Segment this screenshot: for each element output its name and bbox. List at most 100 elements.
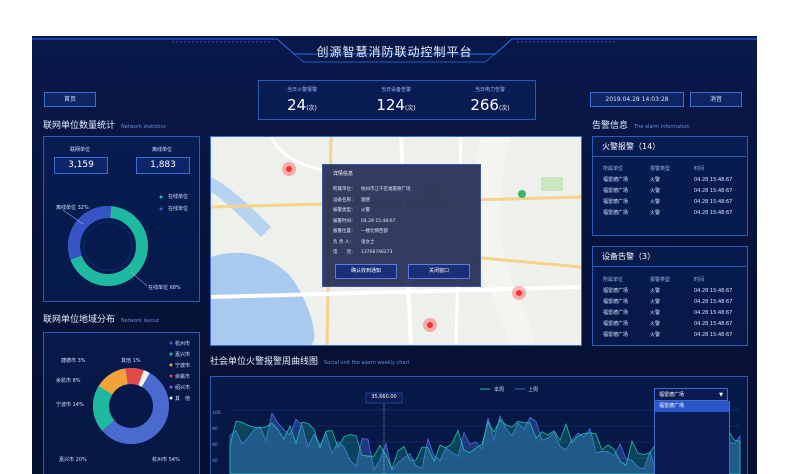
popup-value: 火警 bbox=[361, 208, 370, 213]
stats-legend-1: 在线单位 bbox=[168, 206, 189, 212]
popup-value: 烟感 bbox=[361, 197, 370, 203]
close-popup-button[interactable]: 关闭窗口 bbox=[408, 264, 470, 279]
dist-legend-4: 绍兴市 bbox=[175, 385, 191, 391]
kpi-device-unit: (次) bbox=[404, 105, 416, 112]
datetime-display: 2019.04.28 14:03:28 bbox=[590, 92, 684, 107]
stats-subtitle: Network statistics bbox=[121, 124, 166, 130]
dist-label-3: 嘉兴市 20% bbox=[59, 457, 87, 463]
table-row[interactable]: 福雷德广场 火警 04.28 15:48:67 bbox=[603, 309, 732, 320]
chart-tooltip: 35,660.00 bbox=[371, 394, 397, 400]
dist-legend-5: 其 他 bbox=[175, 396, 191, 402]
alarm-subtitle: The alarm information bbox=[634, 124, 690, 130]
unit-select-value: 福雷德广场 bbox=[659, 392, 685, 398]
popup-key: 电 话： bbox=[333, 250, 356, 255]
offline-value: 1,883 bbox=[136, 157, 190, 174]
dist-legend-0: 杭州市 bbox=[175, 341, 191, 347]
online-label: 联网单位 bbox=[69, 147, 90, 153]
popup-rows: 所属单位： 杭州市江干区福雷德广场 设备名称： 烟感 报警类型： 火警 报警时间： 04… bbox=[333, 185, 411, 259]
page-title: 创源智慧消防联动控制平台 bbox=[316, 45, 473, 59]
online-pct-label: 在线单位 68% bbox=[148, 285, 181, 291]
weekly-subtitle: Social unit fire alarm weekly chart bbox=[324, 360, 410, 366]
stats-section-title: 联网单位数量统计 Network statistics bbox=[43, 118, 166, 131]
kpi-power-value: 266 bbox=[470, 96, 499, 114]
stats-donut-chart bbox=[62, 195, 163, 287]
kpi-fire-label: 当日火警报警 bbox=[286, 87, 317, 93]
dist-label-0: 捷德市 3% bbox=[61, 358, 86, 364]
weekly-section-title: 社会单位火警报警周曲线图 Social unit fire alarm weekl… bbox=[210, 354, 409, 367]
col-time: 时间 bbox=[694, 166, 705, 172]
weekly-legend-0: 本周 bbox=[494, 387, 505, 393]
map-view[interactable]: 详情信息 所属单位： 杭州市江干区福雷德广场 设备名称： 烟感 报警类型： 火警 报警… bbox=[210, 136, 582, 346]
popup-value: 杭州市江干区福雷德广场 bbox=[361, 187, 411, 192]
table-row[interactable]: 福雷德广场 火警 04.28 15:48:67 bbox=[603, 209, 732, 220]
map-alarm-marker[interactable] bbox=[427, 322, 433, 328]
popup-key: 所属单位： bbox=[333, 187, 356, 192]
y-tick: 60 bbox=[212, 443, 218, 448]
offline-label: 离线单位 bbox=[151, 147, 172, 153]
dist-label-5: 杭州市 54% bbox=[152, 457, 180, 463]
detail-popup: 详情信息 所属单位： 杭州市江干区福雷德广场 设备名称： 烟感 报警类型： 火警 报警… bbox=[322, 164, 481, 287]
kpi-power-label: 当日电力告警 bbox=[474, 87, 505, 93]
dist-label-4: 其他 1% bbox=[121, 358, 141, 364]
kpi-fire-unit: (次) bbox=[306, 105, 317, 112]
dist-label-2: 宁波市 14% bbox=[56, 402, 84, 408]
confirm-button[interactable]: 确认收到通知 bbox=[335, 264, 397, 279]
y-tick: 100 bbox=[212, 411, 221, 416]
popup-value: 一楼北侧西部 bbox=[361, 229, 388, 234]
dist-legend-3: 余姚市 bbox=[175, 374, 191, 380]
home-button[interactable]: 首页 bbox=[44, 92, 96, 107]
kpi-power-unit: (次) bbox=[498, 105, 510, 112]
table-row[interactable]: 福雷德广场 火警 04.28 15:48:67 bbox=[603, 187, 732, 198]
dashboard-screen: 创源智慧消防联动控制平台 首页 2019.04.28 14:03:28 消音 当… bbox=[32, 36, 757, 474]
table-row[interactable]: 福雷德广场 火警 04.28 15:48:67 bbox=[603, 298, 732, 309]
offline-pct-label: 离线单位 32% bbox=[56, 205, 89, 211]
popup-key: 设备名称： bbox=[333, 197, 356, 203]
stats-legend-0: 在线单位 bbox=[168, 194, 189, 200]
kpi-power: 当日电力告警 266(次) bbox=[446, 86, 534, 114]
table-row[interactable]: 福雷德广场 火警 04.28 15:48:67 bbox=[603, 320, 732, 331]
unit-select-option[interactable]: 福雷德广场 bbox=[655, 401, 729, 412]
dist-legend-1: 嘉兴市 bbox=[175, 352, 191, 358]
fire-alarm-table: 所属单位 报警类型 时间 福雷德广场 火警 04.28 15:48:67 福雷德广场 火警… bbox=[603, 165, 732, 220]
popup-key: 负 责 人： bbox=[333, 239, 354, 245]
unit-select[interactable]: 福雷德广场 ▼ bbox=[654, 388, 728, 401]
dist-label-1: 余杭市 8% bbox=[56, 378, 81, 384]
table-row[interactable]: 福雷德广场 火警 04.28 15:48:67 bbox=[603, 176, 732, 187]
kpi-fire: 当日火警报警 24(次) bbox=[258, 86, 346, 114]
unit-select-menu: 福雷德广场 bbox=[654, 401, 730, 474]
weekly-title: 社会单位火警报警周曲线图 bbox=[210, 357, 319, 367]
col-type: 报警类型 bbox=[650, 166, 671, 172]
map-alarm-marker[interactable] bbox=[516, 290, 522, 296]
popup-value: 04.28 15:48:67 bbox=[361, 218, 396, 224]
popup-value: 张女士 bbox=[361, 239, 375, 245]
y-tick: 40 bbox=[212, 459, 218, 464]
dist-title: 联网单位地域分布 bbox=[43, 315, 116, 325]
dist-section-title: 联网单位地域分布 Network layout bbox=[43, 312, 159, 325]
online-value: 3,159 bbox=[54, 157, 108, 174]
popup-title: 详情信息 bbox=[333, 171, 354, 177]
kpi-device-value: 124 bbox=[376, 96, 405, 114]
alarm-section-title: 告警信息 The alarm information bbox=[592, 118, 690, 131]
fire-alarm-title: 火警报警（14） bbox=[602, 142, 661, 151]
popup-key: 报警位置： bbox=[333, 229, 356, 234]
header-bar: 创源智慧消防联动控制平台 bbox=[32, 36, 757, 66]
alarm-title: 告警信息 bbox=[592, 121, 629, 131]
popup-key: 报警时间： bbox=[333, 218, 356, 224]
map-alarm-marker[interactable] bbox=[286, 166, 292, 172]
table-row[interactable]: 福雷德广场 火警 04.28 15:48:67 bbox=[603, 331, 732, 342]
mute-button[interactable]: 消音 bbox=[690, 92, 742, 107]
popup-key: 报警类型： bbox=[333, 208, 356, 213]
device-alarm-title: 设备告警（3） bbox=[602, 252, 656, 261]
col-unit: 所属单位 bbox=[603, 166, 624, 172]
table-row[interactable]: 福雷德广场 火警 04.28 15:48:67 bbox=[603, 287, 732, 298]
y-tick: 80 bbox=[212, 427, 218, 432]
dist-legend-2: 宁波市 bbox=[175, 363, 191, 369]
kpi-device-label: 当日设备告警 bbox=[380, 87, 411, 93]
stats-title: 联网单位数量统计 bbox=[43, 121, 116, 131]
popup-value: 13768746273 bbox=[361, 250, 393, 255]
table-row[interactable]: 福雷德广场 火警 04.28 15:48:67 bbox=[603, 198, 732, 209]
weekly-legend-1: 上周 bbox=[528, 387, 539, 393]
kpi-device: 当日设备告警 124(次) bbox=[352, 86, 440, 114]
dist-subtitle: Network layout bbox=[121, 318, 160, 324]
y-axis-labels: 100 80 60 40 bbox=[212, 406, 221, 470]
